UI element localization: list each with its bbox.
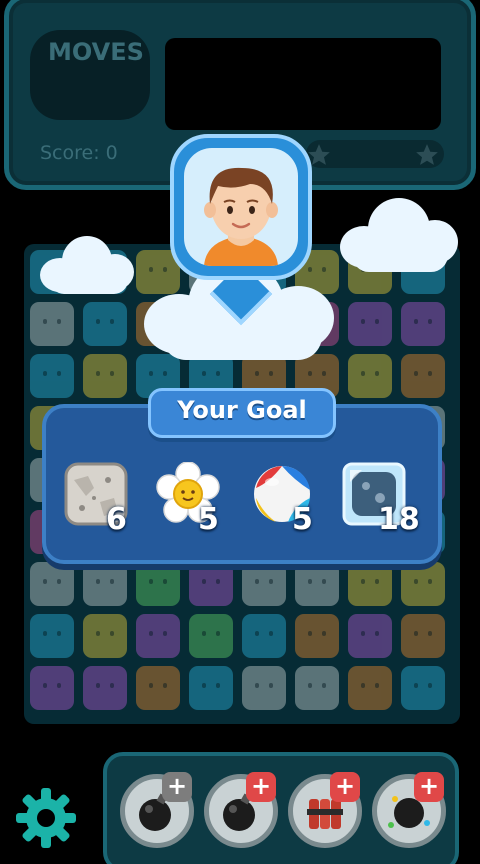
board-tile[interactable] (136, 614, 180, 658)
tile-face (414, 579, 432, 584)
board-tile[interactable] (30, 562, 74, 606)
board-tile[interactable] (83, 354, 127, 398)
tile-face (96, 631, 114, 636)
tile-face (255, 631, 273, 636)
tile-face (149, 579, 167, 584)
level-info-screen (165, 38, 441, 130)
tile-face (361, 371, 379, 376)
plus-icon[interactable]: + (246, 772, 276, 802)
board-tile[interactable] (295, 666, 339, 710)
goal-beach-ball: 5 (248, 458, 328, 538)
tile-face (361, 579, 379, 584)
board-tile[interactable] (83, 666, 127, 710)
tile-face (43, 371, 61, 376)
tile-face (255, 371, 273, 376)
board-tile[interactable] (348, 614, 392, 658)
board-tile[interactable] (30, 614, 74, 658)
board-tile[interactable] (348, 666, 392, 710)
board-tile[interactable] (136, 562, 180, 606)
tile-face (96, 579, 114, 584)
goal-ice-block: 18 (340, 458, 420, 538)
tile-face (43, 683, 61, 688)
tile-face (308, 371, 326, 376)
tile-face (96, 683, 114, 688)
board-tile[interactable] (189, 562, 233, 606)
board-tile[interactable] (295, 562, 339, 606)
tile-face (255, 579, 273, 584)
goal-flower: 5 (154, 458, 234, 538)
tile-face (361, 319, 379, 324)
star-icon (416, 144, 438, 165)
tile-face (149, 683, 167, 688)
tile-face (202, 631, 220, 636)
board-tile[interactable] (189, 666, 233, 710)
goal-title: Your Goal (177, 396, 307, 424)
plus-icon[interactable]: + (162, 772, 192, 802)
goal-count: 5 (292, 502, 313, 537)
goal-stone-block: 6 (62, 458, 142, 538)
board-tile[interactable] (83, 562, 127, 606)
board-tile[interactable] (348, 354, 392, 398)
avatar-boy-icon (204, 167, 278, 266)
board-tile[interactable] (242, 666, 286, 710)
tile-face (308, 579, 326, 584)
tile-face (202, 683, 220, 688)
tile-face (308, 631, 326, 636)
tile-face (96, 319, 114, 324)
tile-face (202, 371, 220, 376)
cloud-right (340, 198, 458, 274)
tile-face (43, 579, 61, 584)
board-tile[interactable] (348, 302, 392, 346)
tile-face (96, 371, 114, 376)
score-label: Score: 0 (40, 142, 118, 164)
tile-face (414, 683, 432, 688)
board-tile[interactable] (83, 302, 127, 346)
board-tile[interactable] (401, 354, 445, 398)
board-tile[interactable] (242, 562, 286, 606)
board-tile[interactable] (401, 666, 445, 710)
board-tile[interactable] (136, 666, 180, 710)
moves-label: MOVES (48, 38, 144, 66)
board-tile[interactable] (401, 302, 445, 346)
tile-face (414, 371, 432, 376)
tile-face (149, 371, 167, 376)
board-tile[interactable] (295, 614, 339, 658)
board-tile[interactable] (30, 666, 74, 710)
tile-face (414, 319, 432, 324)
goal-count: 18 (378, 502, 420, 537)
board-tile[interactable] (401, 562, 445, 606)
board-tile[interactable] (30, 354, 74, 398)
settings-gear-icon[interactable] (14, 786, 78, 850)
tile-face (149, 631, 167, 636)
plus-icon[interactable]: + (330, 772, 360, 802)
board-tile[interactable] (83, 614, 127, 658)
board-tile[interactable] (189, 614, 233, 658)
board-tile[interactable] (401, 614, 445, 658)
goal-count: 5 (198, 502, 219, 537)
tile-face (361, 683, 379, 688)
cloud-left (40, 236, 134, 296)
tile-face (308, 683, 326, 688)
board-tile[interactable] (30, 302, 74, 346)
tile-face (414, 631, 432, 636)
board-tile[interactable] (348, 562, 392, 606)
tile-face (43, 319, 61, 324)
board-tile[interactable] (242, 614, 286, 658)
avatar (184, 148, 298, 266)
plus-icon[interactable]: + (414, 772, 444, 802)
tile-face (202, 579, 220, 584)
tile-face (43, 631, 61, 636)
tile-face (255, 683, 273, 688)
tile-face (361, 631, 379, 636)
goal-count: 6 (106, 502, 127, 537)
